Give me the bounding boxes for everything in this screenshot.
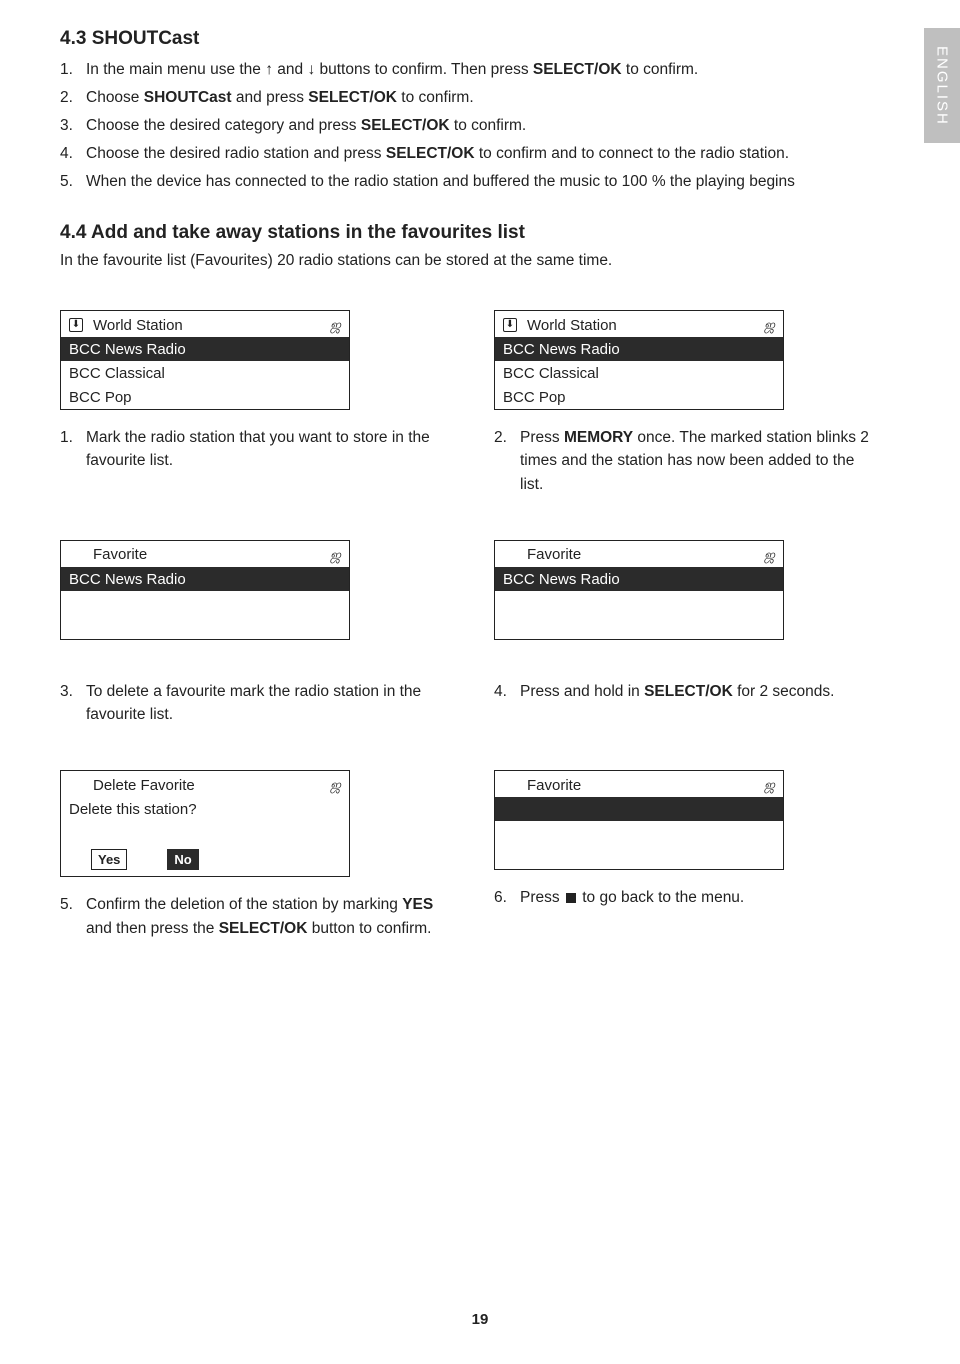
- lcd-yes-no-row: Yes No: [61, 845, 349, 876]
- caption-4: 4.Press and hold in SELECT/OK for 2 seco…: [494, 680, 874, 703]
- yes-button: Yes: [91, 849, 127, 870]
- caption-2: 2.Press MEMORY once. The marked station …: [494, 426, 874, 496]
- section-43-title: 4.3 SHOUTCast: [60, 28, 900, 50]
- lcd-row-selected: BCC News Radio: [495, 337, 783, 361]
- lcd-title: Favorite: [527, 546, 581, 563]
- lcd-title: World Station: [93, 317, 183, 334]
- lcd-row: BCC Classical: [61, 361, 349, 385]
- caption-5: 5.Confirm the deletion of the station by…: [60, 893, 440, 940]
- lcd-favorite-empty: Favorite ஜ: [494, 770, 784, 870]
- step: 5.When the device has connected to the r…: [60, 170, 900, 194]
- lcd-row-selected: BCC News Radio: [495, 567, 783, 591]
- lcd-row: BCC Pop: [61, 385, 349, 409]
- language-tab: ENGLISH: [924, 28, 960, 143]
- lcd-title: Delete Favorite: [93, 777, 195, 794]
- language-tab-label: ENGLISH: [934, 46, 951, 126]
- lcd-world-left: ⬇ World Station ஜ BCC News Radio BCC Class…: [60, 310, 350, 410]
- step: 4.Choose the desired radio station and p…: [60, 142, 900, 166]
- signal-icon: ஜ: [330, 777, 341, 794]
- lcd-row-blank: [61, 591, 349, 615]
- caption-1: 1.Mark the radio station that you want t…: [60, 426, 440, 473]
- home-icon: ⬇: [503, 318, 517, 332]
- page-number: 19: [0, 1311, 960, 1328]
- lcd-row-blank: [61, 821, 349, 845]
- lcd-row: BCC Pop: [495, 385, 783, 409]
- lcd-row-blank: [495, 615, 783, 639]
- lcd-row-blank: [495, 591, 783, 615]
- lcd-title: Favorite: [93, 546, 147, 563]
- step: 3.Choose the desired category and press …: [60, 114, 900, 138]
- caption-6: 6.Press to go back to the menu.: [494, 886, 874, 909]
- lcd-title: World Station: [527, 317, 617, 334]
- lcd-row-selected: [495, 797, 783, 821]
- step: 1.In the main menu use the ↑ and ↓ butto…: [60, 58, 900, 82]
- lcd-world-right: ⬇ World Station ஜ BCC News Radio BCC Class…: [494, 310, 784, 410]
- signal-icon: ஜ: [764, 317, 775, 334]
- lcd-row-3: Delete Favorite ஜ Delete this station? Ye…: [60, 770, 900, 974]
- lcd-row: Delete this station?: [61, 797, 349, 821]
- signal-icon: ஜ: [764, 547, 775, 564]
- lcd-favorite-left: Favorite ஜ BCC News Radio: [60, 540, 350, 640]
- section-44-title: 4.4 Add and take away stations in the fa…: [60, 222, 900, 244]
- section-43-steps: 1.In the main menu use the ↑ and ↓ butto…: [60, 58, 900, 194]
- step: 2.Choose SHOUTCast and press SELECT/OK t…: [60, 86, 900, 110]
- section-44-intro: In the favourite list (Favourites) 20 ra…: [60, 252, 900, 270]
- home-icon: ⬇: [69, 318, 83, 332]
- signal-icon: ஜ: [330, 317, 341, 334]
- lcd-row-2: Favorite ஜ BCC News Radio 3.To delete a f…: [60, 540, 900, 761]
- lcd-row-blank: [495, 845, 783, 869]
- lcd-title: Favorite: [527, 777, 581, 794]
- page-content: 4.3 SHOUTCast 1.In the main menu use the…: [0, 0, 960, 974]
- lcd-row-blank: [61, 615, 349, 639]
- lcd-row-selected: BCC News Radio: [61, 337, 349, 361]
- lcd-row-selected: BCC News Radio: [61, 567, 349, 591]
- signal-icon: ஜ: [330, 547, 341, 564]
- no-button: No: [167, 849, 198, 870]
- caption-3: 3.To delete a favourite mark the radio s…: [60, 680, 440, 727]
- stop-icon: [566, 893, 576, 903]
- lcd-delete-favorite: Delete Favorite ஜ Delete this station? Ye…: [60, 770, 350, 877]
- lcd-row-blank: [495, 821, 783, 845]
- lcd-favorite-right: Favorite ஜ BCC News Radio: [494, 540, 784, 640]
- lcd-row-1: ⬇ World Station ஜ BCC News Radio BCC Class…: [60, 310, 900, 530]
- lcd-row: BCC Classical: [495, 361, 783, 385]
- signal-icon: ஜ: [764, 777, 775, 794]
